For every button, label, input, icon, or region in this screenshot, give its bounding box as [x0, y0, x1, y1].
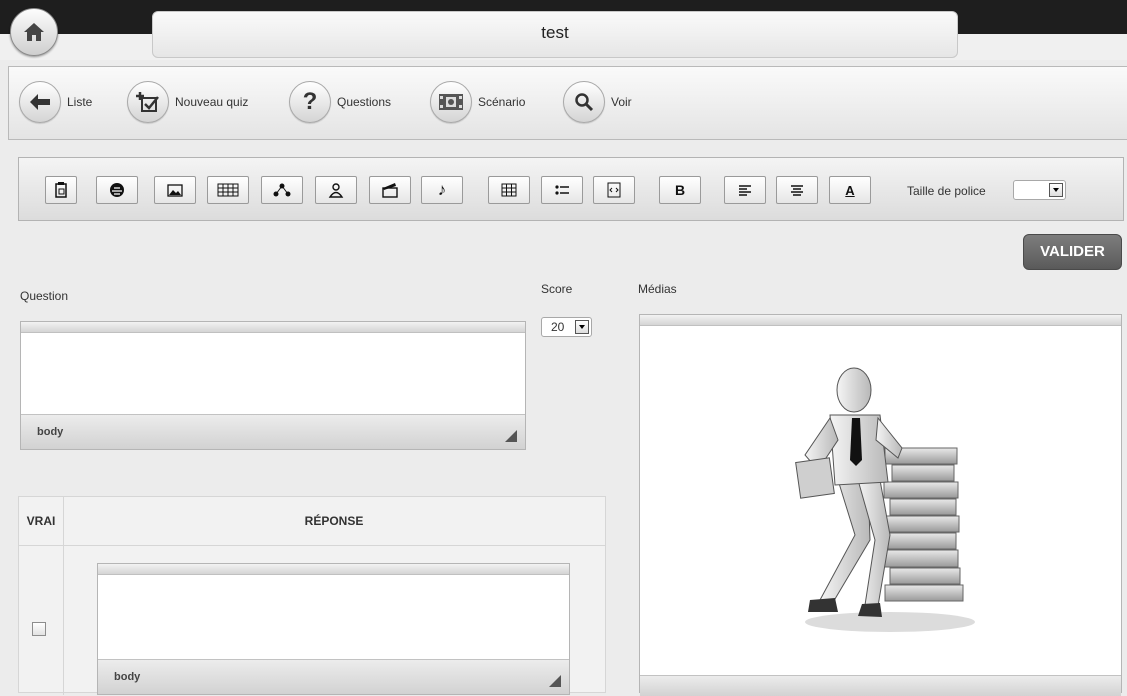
column-divider: [63, 545, 64, 695]
source-code-icon[interactable]: [593, 176, 635, 204]
editor-path: body: [37, 426, 64, 438]
businessman-with-books-illustration: [795, 367, 975, 632]
editor-toolbar: [98, 564, 569, 575]
nav-scenario-button[interactable]: Scénario: [430, 81, 525, 123]
format-toolbar: ♪ B A Taille de police: [18, 157, 1124, 221]
award-icon[interactable]: [315, 176, 357, 204]
score-select[interactable]: 20: [541, 317, 592, 337]
image-library-icon[interactable]: [96, 176, 138, 204]
column-header-vrai: VRAI: [19, 497, 64, 546]
music-note-icon[interactable]: ♪: [421, 176, 463, 204]
sitemap-icon[interactable]: [261, 176, 303, 204]
nav-scenario-label: Scénario: [478, 95, 526, 109]
home-button[interactable]: [10, 8, 58, 56]
window-title: test: [152, 11, 958, 58]
column-header-reponse: RÉPONSE: [63, 497, 605, 546]
nav-liste-button[interactable]: Liste: [19, 81, 92, 123]
nav-new-quiz-label: Nouveau quiz: [175, 95, 249, 109]
nav-questions-label: Questions: [337, 95, 392, 109]
font-color-icon[interactable]: A: [829, 176, 871, 204]
add-checkbox-icon: [127, 81, 169, 123]
media-toolbar: [640, 315, 1121, 326]
editor-statusbar: body: [98, 659, 569, 694]
video-grid-icon[interactable]: [207, 176, 249, 204]
media-label: Médias: [638, 282, 677, 296]
align-left-icon[interactable]: [724, 176, 766, 204]
answers-table: VRAI RÉPONSE body: [18, 496, 606, 695]
resize-handle-icon[interactable]: [549, 675, 561, 687]
align-center-icon[interactable]: [776, 176, 818, 204]
question-label: Question: [20, 289, 69, 303]
nav-questions-button[interactable]: ? Questions: [289, 81, 391, 123]
nav-liste-label: Liste: [67, 95, 93, 109]
table-icon[interactable]: [488, 176, 530, 204]
font-size-label: Taille de police: [907, 184, 986, 198]
film-icon: [430, 81, 472, 123]
arrow-left-icon: [19, 81, 61, 123]
editor-statusbar: body: [21, 414, 525, 449]
bold-icon[interactable]: B: [659, 176, 701, 204]
editor-toolbar: [21, 322, 525, 333]
score-value: 20: [551, 320, 565, 334]
paste-word-icon[interactable]: [45, 176, 77, 204]
chevron-down-icon: [575, 320, 589, 334]
nav-voir-button[interactable]: Voir: [563, 81, 632, 123]
chevron-down-icon: [1049, 183, 1063, 197]
resize-handle-icon[interactable]: [505, 430, 517, 442]
nav-toolbar: Liste Nouveau quiz ? Questions Scénario …: [8, 66, 1127, 140]
bullet-list-icon[interactable]: [541, 176, 583, 204]
clapperboard-icon[interactable]: [369, 176, 411, 204]
home-icon: [24, 23, 44, 41]
magnifier-icon: [563, 81, 605, 123]
answer-editor[interactable]: body: [97, 563, 570, 695]
question-mark-icon: ?: [289, 81, 331, 123]
media-panel[interactable]: [639, 314, 1122, 696]
validate-button[interactable]: VALIDER: [1023, 234, 1122, 270]
vrai-checkbox[interactable]: [32, 622, 46, 636]
nav-new-quiz-button[interactable]: Nouveau quiz: [127, 81, 248, 123]
question-editor[interactable]: body: [20, 321, 526, 450]
nav-voir-label: Voir: [611, 95, 632, 109]
editor-path: body: [114, 671, 141, 683]
image-icon[interactable]: [154, 176, 196, 204]
score-label: Score: [541, 282, 573, 296]
font-size-select[interactable]: [1013, 180, 1066, 200]
